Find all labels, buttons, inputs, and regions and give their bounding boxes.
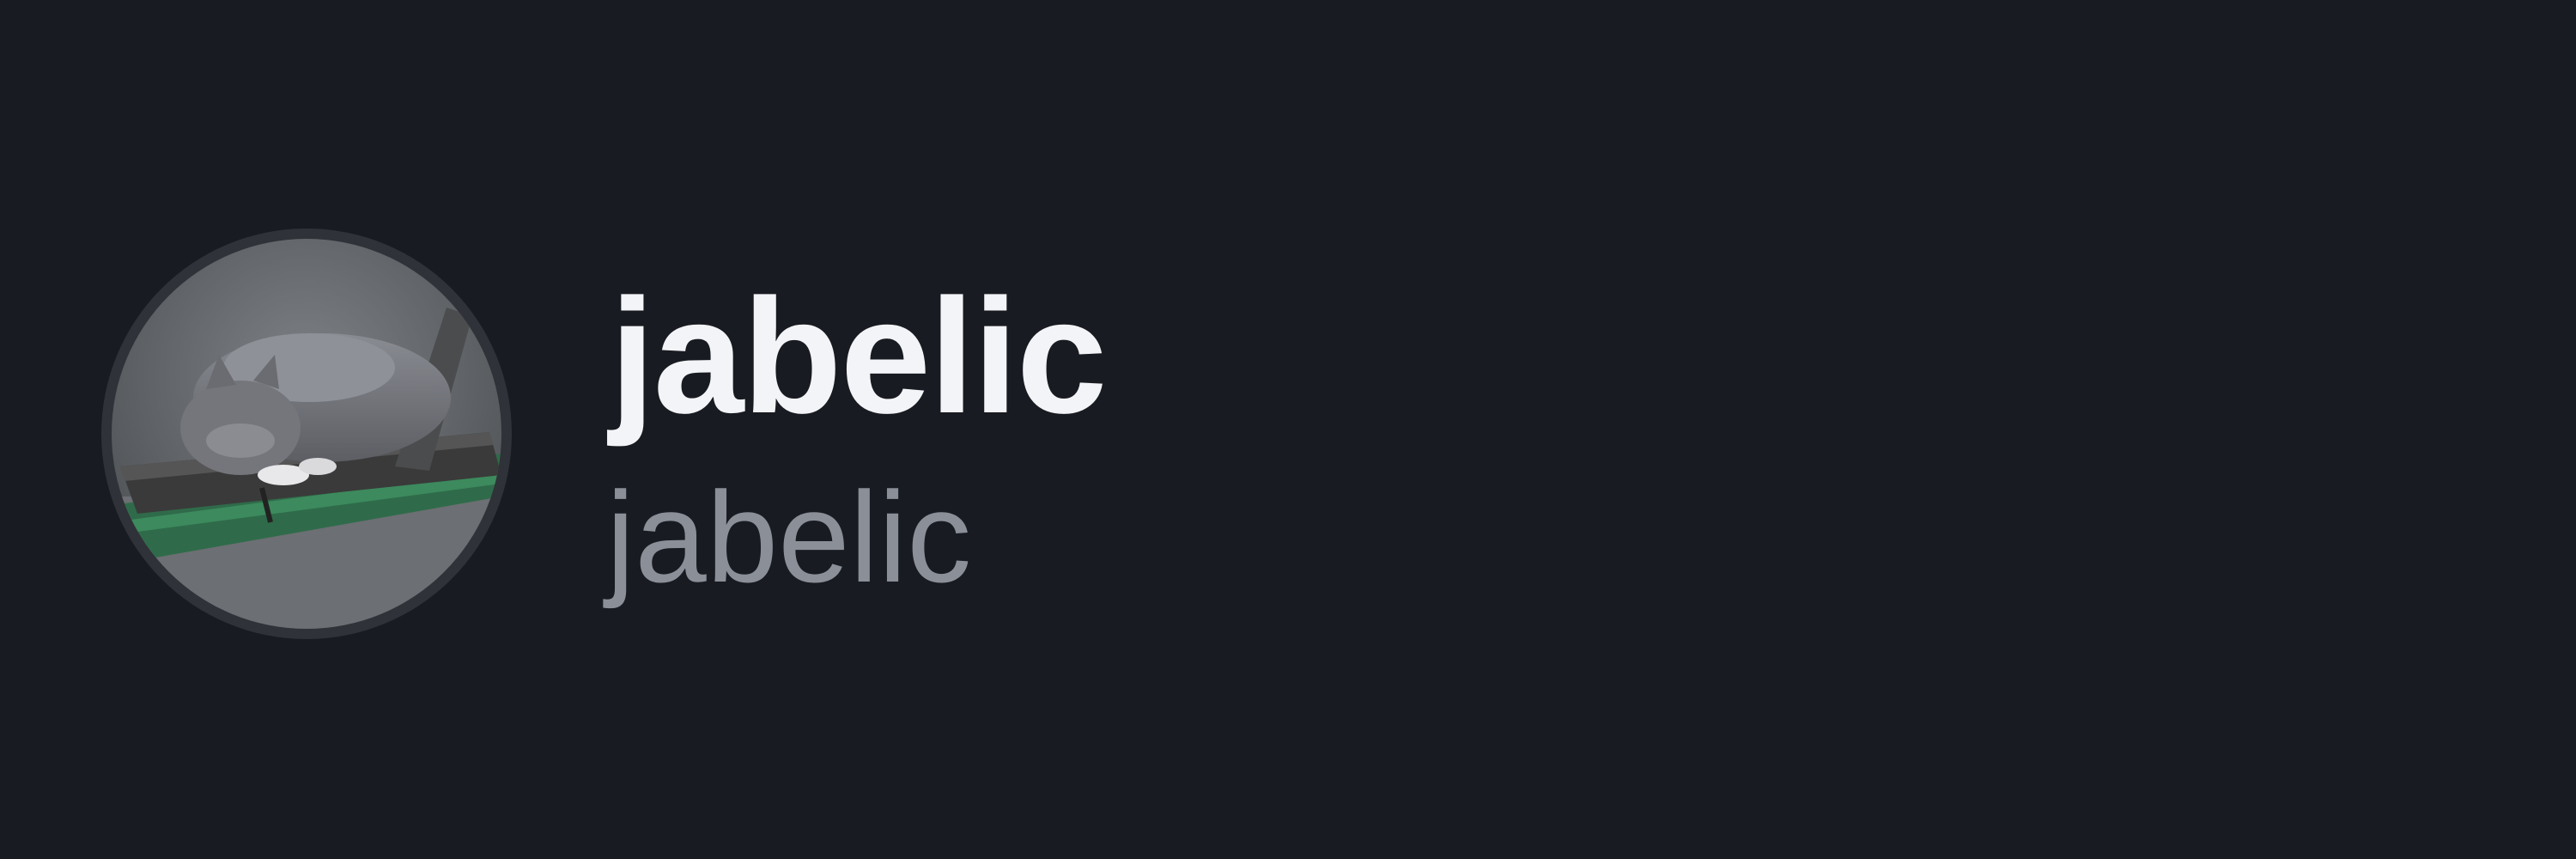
- avatar[interactable]: [101, 228, 512, 639]
- sleeping-cat-avatar-icon: [112, 239, 501, 629]
- username: jabelic: [606, 465, 972, 609]
- profile-card: jabelic jabelic: [0, 0, 2576, 859]
- display-name: jabelic: [610, 265, 1107, 448]
